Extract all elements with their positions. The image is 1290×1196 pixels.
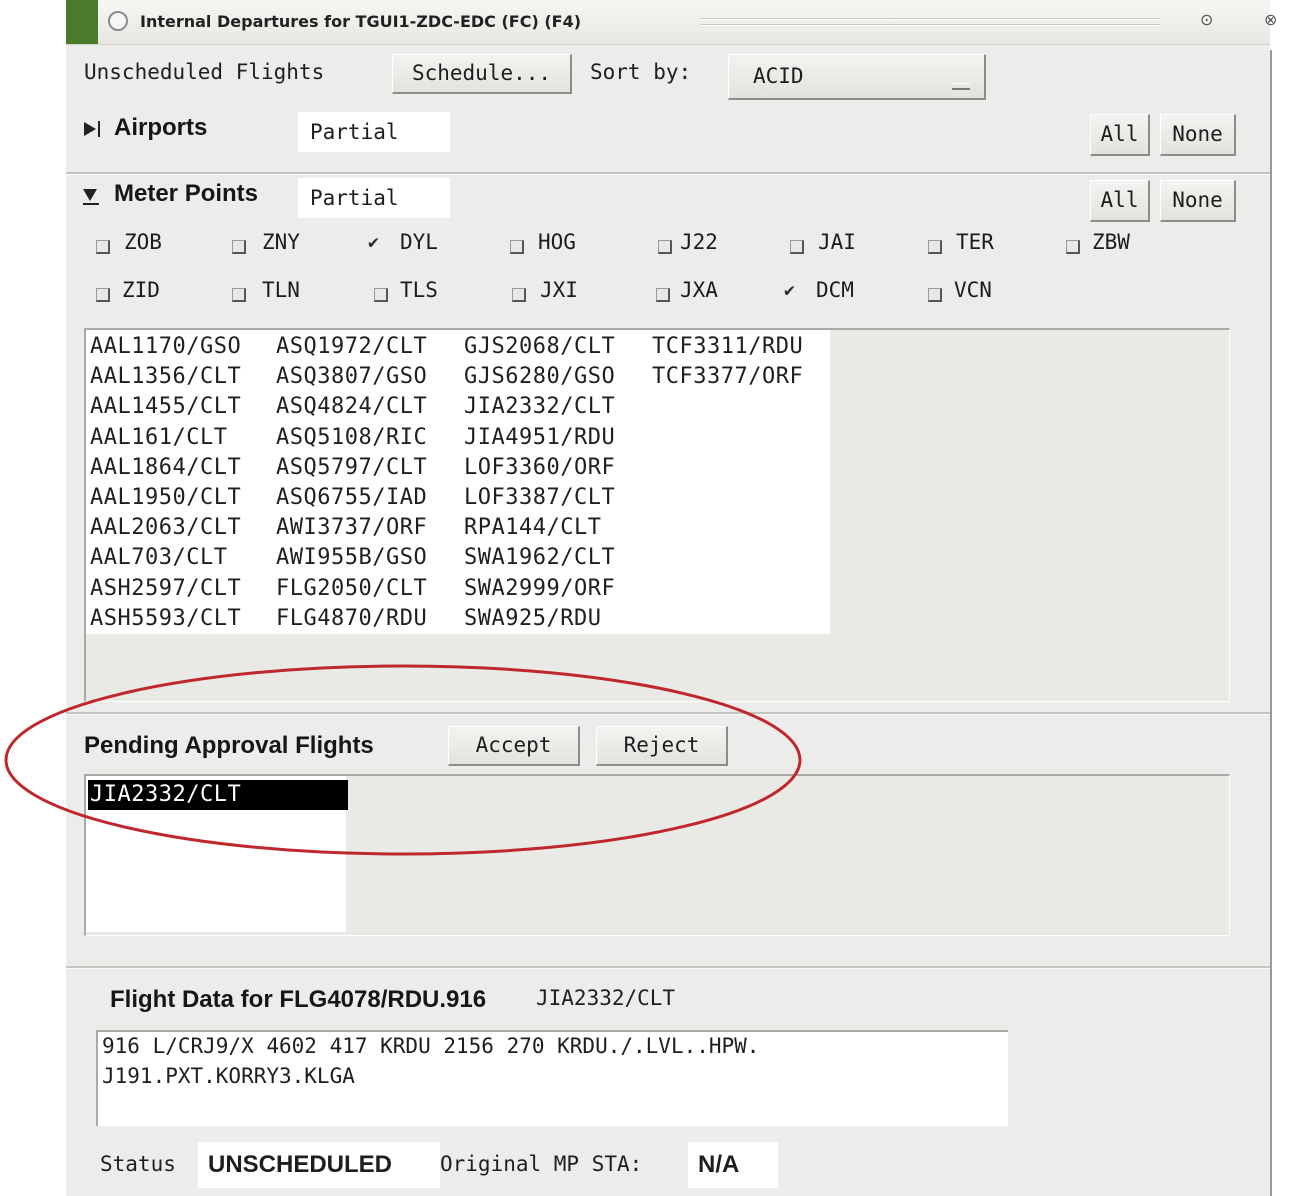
airports-none-button[interactable]: None bbox=[1160, 114, 1236, 156]
list-item[interactable]: AWI3737/ORF bbox=[276, 513, 427, 543]
list-item[interactable]: FLG4870/RDU bbox=[276, 604, 427, 634]
sort-by-value: ACID bbox=[753, 64, 804, 88]
checkmark-icon: ✔ bbox=[368, 232, 379, 253]
option-menu-icon bbox=[952, 83, 970, 90]
list-item[interactable]: ASH2597/CLT bbox=[90, 574, 241, 604]
unscheduled-flights-list[interactable]: AAL1170/GSO AAL1356/CLT AAL1455/CLT AAL1… bbox=[84, 328, 1230, 702]
unscheduled-flights-label: Unscheduled Flights bbox=[84, 60, 325, 84]
list-item[interactable]: SWA925/RDU bbox=[464, 604, 615, 634]
list-item[interactable]: AAL2063/CLT bbox=[90, 513, 241, 543]
close-icon[interactable]: ⊗ bbox=[1264, 10, 1277, 29]
list-item[interactable]: ASQ5108/RIC bbox=[276, 423, 427, 453]
window-color-strip bbox=[66, 0, 98, 44]
separator bbox=[66, 966, 1270, 969]
meter-points-all-button[interactable]: All bbox=[1090, 180, 1150, 222]
schedule-button[interactable]: Schedule... bbox=[392, 54, 572, 94]
list-item[interactable]: AAL161/CLT bbox=[90, 423, 241, 453]
list-item[interactable]: JIA2332/CLT bbox=[464, 392, 615, 422]
window-menu-icon[interactable] bbox=[108, 11, 128, 31]
list-column: AAL1170/GSO AAL1356/CLT AAL1455/CLT AAL1… bbox=[90, 332, 241, 634]
meter-points-selection-value: Partial bbox=[298, 178, 450, 218]
meter-points-collapse-icon[interactable] bbox=[80, 184, 104, 206]
list-item[interactable]: LOF3387/CLT bbox=[464, 483, 615, 513]
status-value: UNSCHEDULED bbox=[198, 1142, 440, 1188]
flight-plan-line: 916 L/CRJ9/X 4602 417 KRDU 2156 270 KRDU… bbox=[102, 1034, 760, 1058]
list-item[interactable]: AAL1864/CLT bbox=[90, 453, 241, 483]
list-item[interactable]: GJS2068/CLT bbox=[464, 332, 615, 362]
list-item[interactable]: ASQ1972/CLT bbox=[276, 332, 427, 362]
list-item[interactable]: AAL1455/CLT bbox=[90, 392, 241, 422]
list-item[interactable]: ASQ5797/CLT bbox=[276, 453, 427, 483]
list-item[interactable]: SWA1962/CLT bbox=[464, 543, 615, 573]
list-item[interactable]: ASQ6755/IAD bbox=[276, 483, 427, 513]
list-column: TCF3311/RDU TCF3377/ORF bbox=[652, 332, 803, 392]
original-mp-sta-value: N/A bbox=[688, 1142, 778, 1188]
original-mp-sta-label: Original MP STA: bbox=[440, 1152, 643, 1176]
sort-by-label: Sort by: bbox=[590, 60, 692, 84]
separator bbox=[66, 172, 1270, 175]
meter-points-none-button[interactable]: None bbox=[1160, 180, 1236, 222]
flight-data-selected: JIA2332/CLT bbox=[536, 986, 676, 1010]
status-label: Status bbox=[100, 1152, 176, 1176]
meter-points-label: Meter Points bbox=[114, 180, 259, 207]
flight-plan-line: J191.PXT.KORRY3.KLGA bbox=[102, 1064, 355, 1088]
sort-by-select[interactable]: ACID bbox=[728, 54, 986, 100]
right-edge bbox=[1270, 0, 1290, 1196]
list-item[interactable]: TCF3377/ORF bbox=[652, 362, 803, 392]
flight-data-text[interactable]: 916 L/CRJ9/X 4602 417 KRDU 2156 270 KRDU… bbox=[96, 1030, 1008, 1126]
list-item[interactable]: RPA144/CLT bbox=[464, 513, 615, 543]
airports-label: Airports bbox=[114, 114, 208, 141]
list-item[interactable]: ASQ3807/GSO bbox=[276, 362, 427, 392]
list-item[interactable]: AAL1950/CLT bbox=[90, 483, 241, 513]
minimize-icon[interactable]: ⊙ bbox=[1200, 10, 1213, 29]
list-item[interactable]: ASH5593/CLT bbox=[90, 604, 241, 634]
list-item[interactable]: GJS6280/GSO bbox=[464, 362, 615, 392]
list-item[interactable]: SWA2999/ORF bbox=[464, 574, 615, 604]
checkmark-icon: ✔ bbox=[784, 280, 795, 301]
list-item[interactable]: AAL703/CLT bbox=[90, 543, 241, 573]
list-item[interactable]: AAL1170/GSO bbox=[90, 332, 241, 362]
window-title: Internal Departures for TGUI1-ZDC-EDC (F… bbox=[140, 12, 582, 31]
list-item[interactable]: AAL1356/CLT bbox=[90, 362, 241, 392]
list-item[interactable]: TCF3311/RDU bbox=[652, 332, 803, 362]
airports-selection-value: Partial bbox=[298, 112, 450, 152]
airports-expand-icon[interactable] bbox=[80, 118, 104, 140]
list-column: GJS2068/CLT GJS6280/GSO JIA2332/CLT JIA4… bbox=[464, 332, 615, 634]
airports-all-button[interactable]: All bbox=[1090, 114, 1150, 156]
annotation-ellipse bbox=[4, 664, 802, 856]
flight-data-label: Flight Data for FLG4078/RDU.916 bbox=[110, 986, 487, 1013]
list-item[interactable]: ASQ4824/CLT bbox=[276, 392, 427, 422]
list-column: ASQ1972/CLT ASQ3807/GSO ASQ4824/CLT ASQ5… bbox=[276, 332, 427, 634]
list-item[interactable]: FLG2050/CLT bbox=[276, 574, 427, 604]
list-item[interactable]: AWI955B/GSO bbox=[276, 543, 427, 573]
list-item[interactable]: LOF3360/ORF bbox=[464, 453, 615, 483]
list-item[interactable]: JIA4951/RDU bbox=[464, 423, 615, 453]
